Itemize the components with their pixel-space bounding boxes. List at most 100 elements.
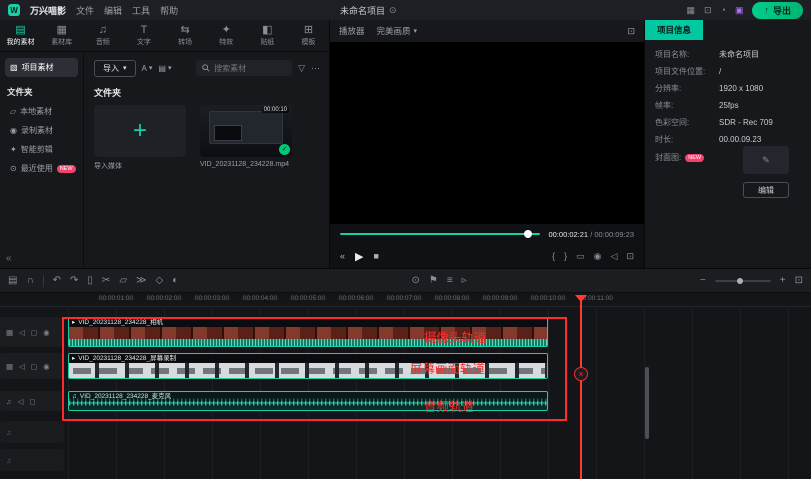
collapse-panel-button[interactable]: « xyxy=(6,253,12,264)
view-mode-dropdown[interactable]: ▤▾ xyxy=(158,64,171,73)
timeline-scrollbar[interactable] xyxy=(645,367,649,439)
playhead[interactable] xyxy=(580,295,582,479)
zoom-handle[interactable] xyxy=(737,278,743,284)
filmstrip-thumbnails xyxy=(69,363,547,378)
current-time: 00:00:02:21 xyxy=(548,230,588,239)
clip-camera-video[interactable]: ▸ VID_20231128_234228_相机 xyxy=(68,317,548,347)
media-panel: ▤我的素材 ▦素材库 ♫音频 T文字 ⇆转场 ✦特效 ◧贴纸 ⊞模板 ▧ 项目素… xyxy=(0,20,330,268)
sort-dropdown[interactable]: A▾ xyxy=(142,64,153,73)
tab-stickers[interactable]: ◧贴纸 xyxy=(247,20,288,51)
record-voiceover-icon[interactable]: ⊙ xyxy=(411,275,419,286)
fullscreen-icon[interactable]: ⊡ xyxy=(626,251,634,262)
menu-edit[interactable]: 编辑 xyxy=(104,4,122,17)
clip-name: VID_20231128_234228_屏幕录制 xyxy=(78,354,176,363)
lock-track-icon[interactable]: ◻ xyxy=(31,362,37,371)
clip-filename: VID_20231128_234228.mp4 xyxy=(200,161,292,168)
import-button[interactable]: 导入 ▾ xyxy=(94,60,136,77)
sidebar-item-recent[interactable]: ⊙ 最近使用 NEW xyxy=(5,159,78,178)
track-header[interactable]: ♫ xyxy=(0,449,64,471)
titlebar: W 万兴喵影 文件 编辑 工具 帮助 未命名项目 ⊙ ▦ ⊡ ◔ ▣ ↑ 导出 xyxy=(0,0,811,20)
media-pool-icon[interactable]: ▤ xyxy=(8,275,17,286)
field-project-path: 项目文件位置: / xyxy=(655,67,805,77)
notification-bell-icon[interactable]: ◔ xyxy=(721,5,726,15)
mute-track-icon[interactable]: ◁ xyxy=(18,397,24,406)
sidebar-item-smart-edit[interactable]: ✦ 智能剪辑 xyxy=(5,140,78,159)
screenshot-icon[interactable]: ⊡ xyxy=(704,5,712,16)
sidebar-item-recorded-media[interactable]: ◉ 录制素材 xyxy=(5,121,78,140)
tab-my-media[interactable]: ▤我的素材 xyxy=(0,20,41,51)
chevron-down-icon: ▾ xyxy=(414,27,418,35)
playhead-handle[interactable] xyxy=(575,295,587,308)
zoom-out-icon[interactable]: − xyxy=(700,275,706,286)
tab-audio[interactable]: ♫音频 xyxy=(82,20,123,51)
delete-icon[interactable]: ▯ xyxy=(87,275,93,286)
mute-icon[interactable]: ◁ xyxy=(611,251,618,262)
tab-stock-media[interactable]: ▦素材库 xyxy=(41,20,82,51)
clip-microphone-audio[interactable]: ♫ VID_20231128_234228_麦克风 xyxy=(68,391,548,411)
edit-cover-button[interactable]: 编辑 xyxy=(743,182,789,198)
stop-button[interactable]: ■ xyxy=(373,251,378,261)
tab-effects[interactable]: ✦特效 xyxy=(206,20,247,51)
speed-icon[interactable]: ≫ xyxy=(136,275,146,286)
track-header[interactable]: ♫ xyxy=(0,421,64,443)
keyframe-icon[interactable]: ◇ xyxy=(156,275,164,286)
lock-track-icon[interactable]: ◻ xyxy=(31,328,37,337)
previous-frame-button[interactable]: « xyxy=(340,251,345,261)
snapshot-icon[interactable]: ◉ xyxy=(594,251,602,262)
track-audio: ♫ ◁ ◻ ♫ VID_20231128_234228_麦克风 xyxy=(0,391,811,411)
split-scissors-icon[interactable]: ✂ xyxy=(102,275,110,286)
zoom-slider[interactable] xyxy=(715,280,771,282)
menu-help[interactable]: 帮助 xyxy=(160,4,178,17)
redo-icon[interactable]: ↷ xyxy=(70,275,78,286)
menu-tools[interactable]: 工具 xyxy=(132,4,150,17)
media-toolbar: 导入 ▾ A▾ ▤▾ ▽ ⋯ xyxy=(94,59,320,77)
preview-video-area[interactable] xyxy=(330,42,644,224)
media-clip-thumbnail[interactable]: 00:00:10 ✓ xyxy=(200,105,292,157)
clip-screen-video[interactable]: ▸ VID_20231128_234228_屏幕录制 xyxy=(68,353,548,379)
undo-icon[interactable]: ↶ xyxy=(53,275,61,286)
tab-project-info[interactable]: 项目信息 xyxy=(645,20,703,40)
clip-label: ♫ VID_20231128_234228_麦克风 xyxy=(69,392,547,401)
mute-track-icon[interactable]: ◁ xyxy=(19,328,25,337)
tab-templates[interactable]: ⊞模板 xyxy=(288,20,329,51)
zoom-in-icon[interactable]: + xyxy=(780,275,786,286)
lock-track-icon[interactable]: ◻ xyxy=(29,397,35,406)
play-button[interactable]: ▶ xyxy=(355,250,363,263)
seek-bar[interactable] xyxy=(340,233,540,235)
sidebar-item-local-media[interactable]: ▱ 本地素材 xyxy=(5,102,78,121)
timeline-ruler[interactable]: 00:00:01:00 00:00:02:00 00:00:03:00 00:0… xyxy=(0,293,811,307)
cover-thumbnail[interactable]: ✎ xyxy=(743,146,789,174)
more-options-icon[interactable]: ⋯ xyxy=(311,63,320,74)
store-cart-icon[interactable]: ▣ xyxy=(735,5,744,16)
hide-track-icon[interactable]: ◉ xyxy=(43,328,50,337)
fit-timeline-icon[interactable]: ⊡ xyxy=(795,275,803,286)
render-preview-icon[interactable]: ▹ xyxy=(462,275,467,286)
import-media-tile[interactable]: + xyxy=(94,105,186,157)
seek-handle[interactable] xyxy=(524,230,532,238)
filter-icon[interactable]: ▽ xyxy=(298,63,305,74)
color-icon[interactable]: ◐ xyxy=(172,275,178,286)
quality-dropdown[interactable]: 完美画质 ▾ xyxy=(377,25,418,37)
snap-magnet-icon[interactable]: ∩ xyxy=(26,275,33,286)
tab-transitions[interactable]: ⇆转场 xyxy=(165,20,206,51)
mark-in-button[interactable]: { xyxy=(552,251,555,262)
asset-category-tabs: ▤我的素材 ▦素材库 ♫音频 T文字 ⇆转场 ✦特效 ◧贴纸 ⊞模板 xyxy=(0,20,329,52)
search-box[interactable] xyxy=(196,60,292,76)
mark-out-button[interactable]: } xyxy=(564,251,567,262)
mute-track-icon[interactable]: ◁ xyxy=(19,362,25,371)
search-input[interactable] xyxy=(214,64,286,73)
sidebar-item-project-media[interactable]: ▧ 项目素材 xyxy=(5,58,78,77)
marker-icon[interactable]: ⚑ xyxy=(429,275,438,286)
layout-panels-icon[interactable]: ▦ xyxy=(686,5,695,16)
crop-preview-icon[interactable]: ▭ xyxy=(576,251,585,262)
tab-text[interactable]: T文字 xyxy=(123,20,164,51)
mixer-icon[interactable]: ≡ xyxy=(447,275,453,286)
clip-label: ▸ VID_20231128_234228_屏幕录制 xyxy=(69,354,547,363)
menu-file[interactable]: 文件 xyxy=(76,4,94,17)
export-label: 导出 xyxy=(773,4,791,17)
video-track-icon: ▦ xyxy=(6,362,13,371)
crop-icon[interactable]: ▱ xyxy=(119,275,127,286)
hide-track-icon[interactable]: ◉ xyxy=(43,362,50,371)
detach-preview-icon[interactable]: ⊡ xyxy=(627,26,635,37)
export-button[interactable]: ↑ 导出 xyxy=(752,2,803,19)
